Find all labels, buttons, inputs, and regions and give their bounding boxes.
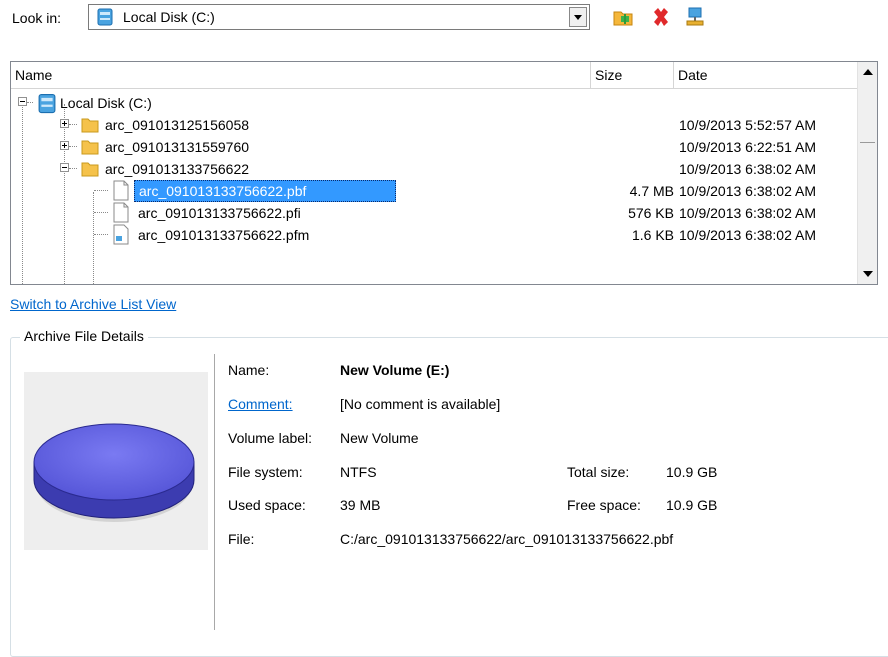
tree-row[interactable]: arc_091013133756622.pfm 1.6 KB 10/9/2013… bbox=[11, 224, 858, 246]
delete-icon[interactable] bbox=[650, 6, 672, 28]
file-system-value: NTFS bbox=[340, 464, 377, 480]
file-icon bbox=[113, 224, 129, 245]
comment-link[interactable]: Comment: bbox=[228, 396, 293, 412]
selected-item-highlight: arc_091013133756622.pbf bbox=[134, 180, 396, 202]
collapse-icon[interactable] bbox=[60, 163, 69, 172]
row-date: 10/9/2013 5:52:57 AM bbox=[679, 117, 816, 133]
used-space-value: 39 MB bbox=[340, 497, 381, 513]
group-title: Archive File Details bbox=[20, 328, 148, 344]
row-size: 1.6 KB bbox=[631, 227, 674, 243]
row-date: 10/9/2013 6:22:51 AM bbox=[679, 139, 816, 155]
vertical-scrollbar[interactable] bbox=[857, 62, 877, 284]
row-date: 10/9/2013 6:38:02 AM bbox=[679, 183, 816, 199]
row-name: arc_091013133756622 bbox=[105, 161, 250, 177]
name-label: Name: bbox=[228, 362, 270, 378]
tree-row[interactable]: arc_091013131559760 10/9/2013 6:22:51 AM bbox=[11, 136, 858, 158]
scroll-down-icon[interactable] bbox=[859, 265, 876, 282]
file-icon bbox=[113, 180, 129, 201]
volume-label-value: New Volume bbox=[340, 430, 419, 446]
switch-view-link[interactable]: Switch to Archive List View bbox=[10, 296, 176, 312]
look-in-value: Local Disk (C:) bbox=[123, 9, 215, 25]
column-header-date[interactable]: Date bbox=[674, 62, 858, 88]
look-in-combobox[interactable]: Local Disk (C:) bbox=[88, 4, 590, 30]
tree-row[interactable]: arc_091013133756622.pfi 576 KB 10/9/2013… bbox=[11, 202, 858, 224]
row-name: arc_091013133756622.pbf bbox=[139, 183, 307, 199]
archive-tree-list[interactable]: Name Size Date Local Disk (C:) arc_09101… bbox=[10, 61, 878, 285]
row-date: 10/9/2013 6:38:02 AM bbox=[679, 161, 816, 177]
folder-open-icon bbox=[81, 162, 99, 177]
disk-volume-icon bbox=[33, 423, 195, 522]
disk-preview bbox=[24, 372, 208, 550]
look-in-label: Look in: bbox=[12, 10, 62, 26]
column-header-name[interactable]: Name bbox=[11, 62, 591, 88]
column-header-size[interactable]: Size bbox=[591, 62, 674, 88]
row-name: arc_091013133756622.pfi bbox=[138, 205, 301, 221]
used-space-label: Used space: bbox=[228, 497, 306, 513]
chevron-down-icon[interactable] bbox=[569, 7, 587, 27]
row-date: 10/9/2013 6:38:02 AM bbox=[679, 227, 816, 243]
total-size-value: 10.9 GB bbox=[666, 464, 718, 480]
new-folder-icon[interactable] bbox=[612, 6, 634, 28]
row-size: 4.7 MB bbox=[629, 183, 674, 199]
row-name: arc_091013125156058 bbox=[105, 117, 250, 133]
details-separator bbox=[214, 354, 215, 630]
collapse-icon[interactable] bbox=[18, 97, 27, 106]
tree-row[interactable]: arc_091013125156058 10/9/2013 5:52:57 AM bbox=[11, 114, 858, 136]
file-path-value: C:/arc_091013133756622/arc_0910131337566… bbox=[340, 531, 674, 547]
comment-value: [No comment is available] bbox=[340, 396, 501, 412]
tree-root-label: Local Disk (C:) bbox=[60, 95, 152, 111]
row-name: arc_091013133756622.pfm bbox=[138, 227, 310, 243]
expand-icon[interactable] bbox=[60, 141, 69, 150]
network-drive-icon[interactable] bbox=[684, 6, 706, 28]
total-size-label: Total size: bbox=[567, 464, 630, 480]
list-header: Name Size Date bbox=[11, 62, 858, 89]
row-name: arc_091013131559760 bbox=[105, 139, 250, 155]
hard-drive-icon bbox=[97, 8, 113, 26]
tree-row[interactable]: arc_091013133756622 10/9/2013 6:38:02 AM bbox=[11, 158, 858, 180]
hard-drive-icon bbox=[38, 93, 56, 114]
free-space-label: Free space: bbox=[567, 497, 641, 513]
name-value: New Volume (E:) bbox=[340, 362, 450, 378]
scroll-thumb[interactable] bbox=[860, 84, 875, 143]
tree-row-root[interactable]: Local Disk (C:) bbox=[11, 92, 858, 114]
free-space-value: 10.9 GB bbox=[666, 497, 718, 513]
volume-label-label: Volume label: bbox=[228, 430, 313, 446]
file-label: File: bbox=[228, 531, 255, 547]
folder-icon bbox=[81, 118, 99, 133]
row-size: 576 KB bbox=[628, 205, 674, 221]
file-icon bbox=[113, 202, 129, 223]
scroll-up-icon[interactable] bbox=[859, 64, 876, 81]
row-date: 10/9/2013 6:38:02 AM bbox=[679, 205, 816, 221]
expand-icon[interactable] bbox=[60, 119, 69, 128]
file-system-label: File system: bbox=[228, 464, 303, 480]
folder-icon bbox=[81, 140, 99, 155]
tree-row-selected[interactable]: arc_091013133756622.pbf 4.7 MB 10/9/2013… bbox=[11, 180, 858, 202]
